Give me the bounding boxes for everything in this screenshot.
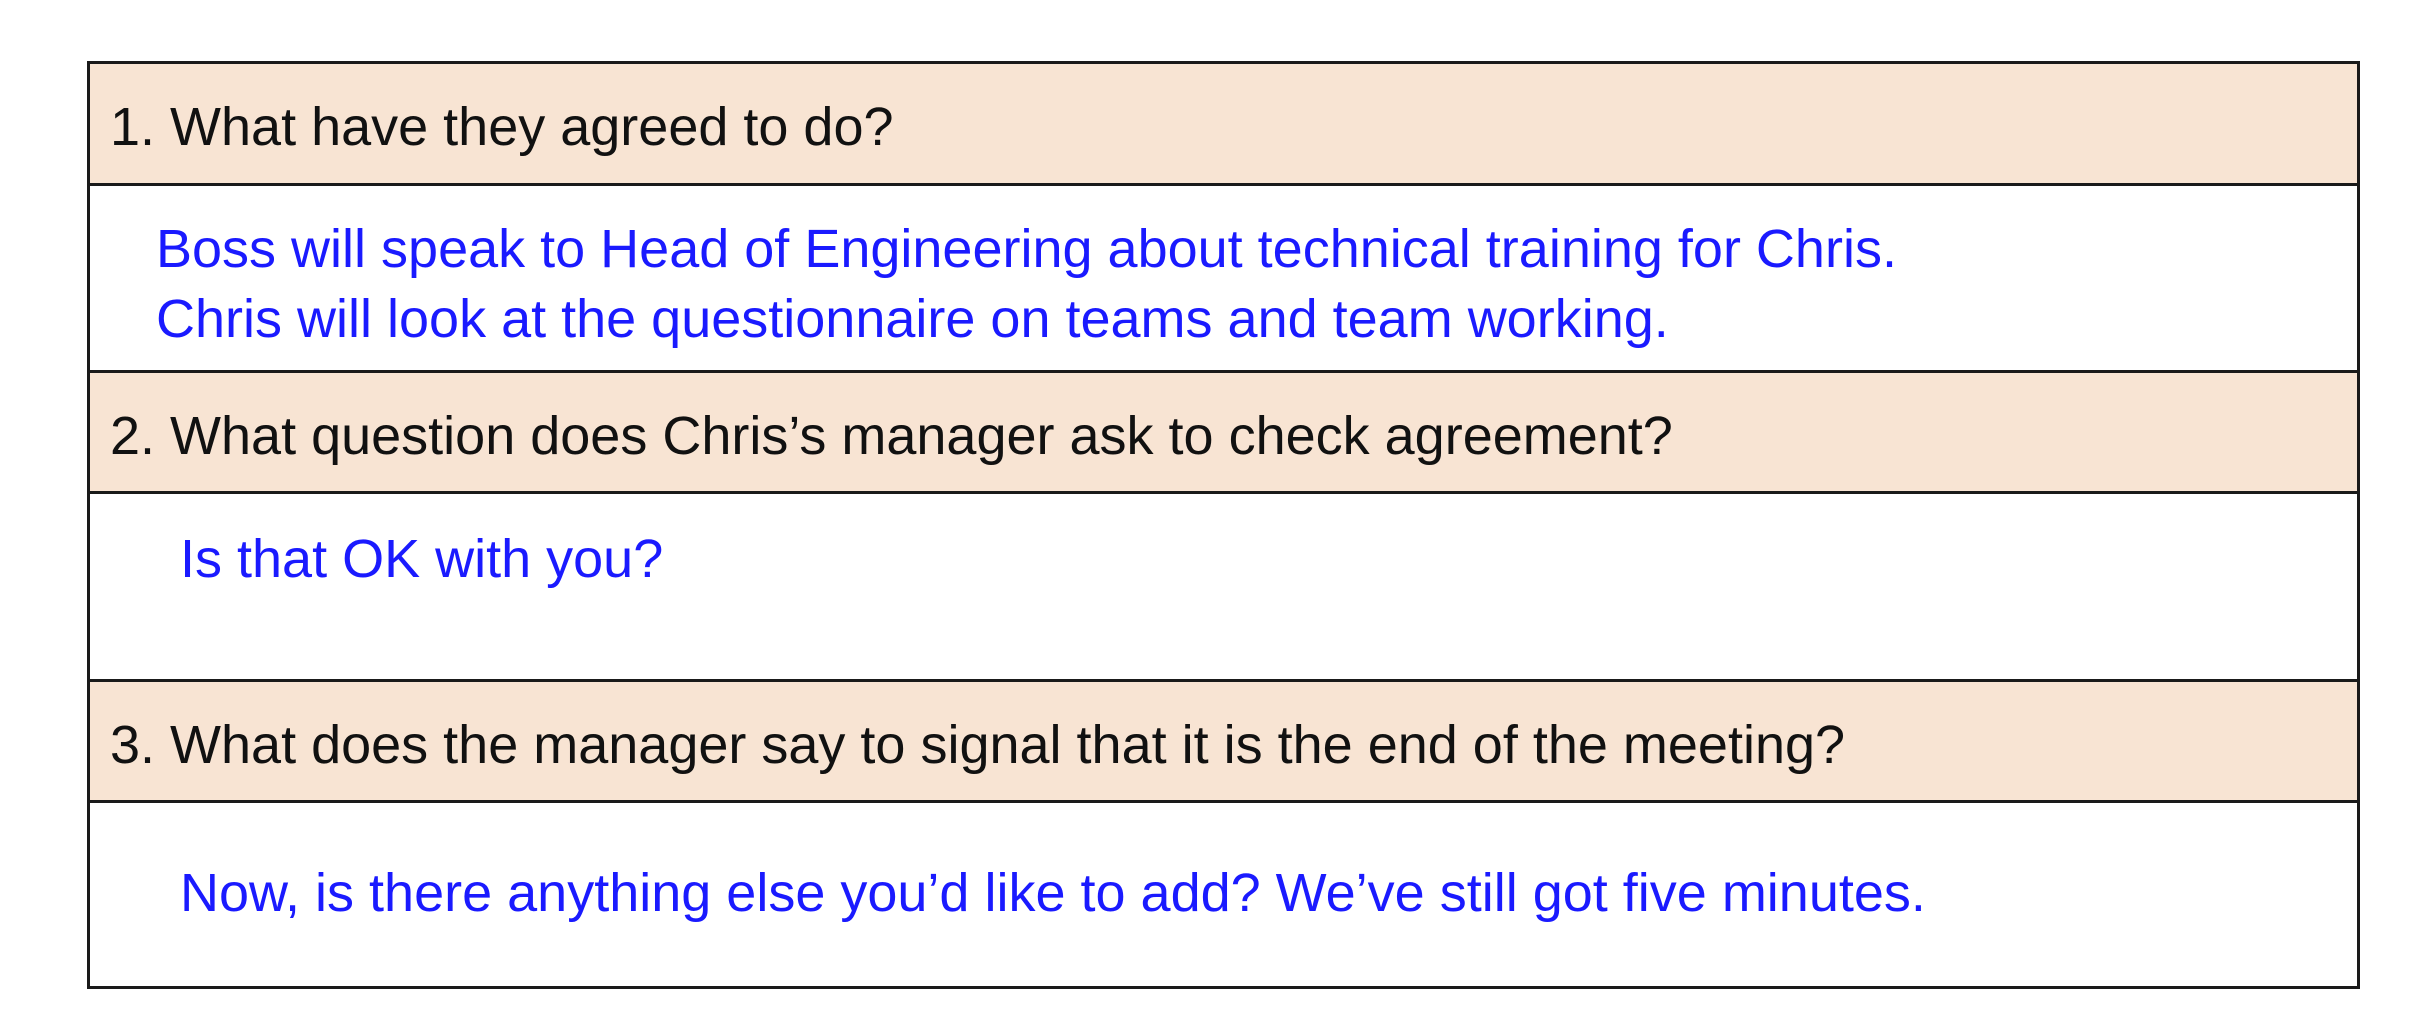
answer-row-1: Boss will speak to Head of Engineering a… [90,186,2357,373]
question-row-1: 1. What have they agreed to do? [90,64,2357,186]
answer-1-line-2: Chris will look at the questionnaire on … [156,289,1669,349]
answer-2-line-1: Is that OK with you? [180,529,664,589]
question-3-text: 3. What does the manager say to signal t… [110,715,1846,775]
question-row-2: 2. What question does Chris’s manager as… [90,373,2357,494]
question-row-3: 3. What does the manager say to signal t… [90,682,2357,803]
answer-1-line-1: Boss will speak to Head of Engineering a… [156,219,1897,279]
answer-3-line-1: Now, is there anything else you’d like t… [180,863,1926,923]
qa-table: 1. What have they agreed to do? Boss wil… [87,61,2360,989]
question-1-text: 1. What have they agreed to do? [110,97,894,157]
worksheet-page: 1. What have they agreed to do? Boss wil… [0,0,2426,1024]
answer-row-2: Is that OK with you? [90,494,2357,682]
question-2-text: 2. What question does Chris’s manager as… [110,406,1673,466]
answer-row-3: Now, is there anything else you’d like t… [90,803,2357,986]
